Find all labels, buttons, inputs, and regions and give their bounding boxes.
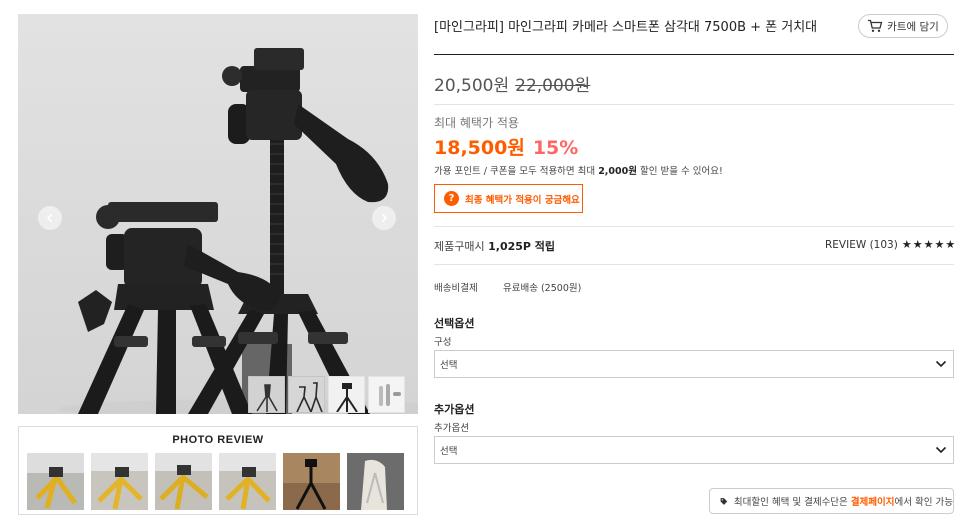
- review-photo[interactable]: [27, 453, 84, 510]
- gallery-thumbnail[interactable]: [248, 376, 285, 413]
- review-photo[interactable]: [91, 453, 148, 510]
- chevron-down-icon: [935, 446, 947, 454]
- sale-price: 20,500원: [434, 76, 510, 96]
- cart-icon: [868, 19, 883, 32]
- review-photo[interactable]: [219, 453, 276, 510]
- tag-icon: [720, 497, 728, 505]
- question-circle-icon: ?: [444, 191, 459, 206]
- main-product-image[interactable]: [18, 14, 418, 414]
- review-photo[interactable]: [347, 453, 404, 510]
- gallery-prev-button[interactable]: [38, 206, 62, 230]
- select-option-title: 선택옵션: [434, 317, 475, 330]
- gallery-thumbnail[interactable]: [328, 376, 365, 413]
- purchase-points: 제품구매시 1,025P 적립: [434, 240, 556, 253]
- add-to-cart-label: 카트에 담기: [887, 20, 939, 33]
- discount-percent: 15%: [532, 137, 579, 159]
- gallery-next-button[interactable]: [372, 206, 396, 230]
- divider: [434, 104, 954, 105]
- benefit-note: 가용 포인트 / 쿠폰을 모두 적용하면 최대 2,000원 할인 받을 수 있…: [434, 166, 723, 177]
- gallery-thumbnails: [248, 376, 405, 413]
- star-icon: ★: [912, 238, 923, 251]
- extra-option-select[interactable]: 선택: [434, 436, 954, 464]
- benefit-info-button[interactable]: ? 최종 혜택가 적용이 궁금해요: [434, 184, 583, 213]
- review-photo[interactable]: [155, 453, 212, 510]
- add-to-cart-button[interactable]: 카트에 담기: [858, 14, 948, 38]
- extra-option-select-value: 선택: [440, 446, 458, 457]
- max-benefit-row: 18,500원 15%: [434, 133, 578, 160]
- photo-review-title: PHOTO REVIEW: [172, 434, 264, 446]
- photo-review-section: PHOTO REVIEW: [18, 426, 418, 515]
- divider: [434, 226, 954, 227]
- benefit-info-label: 최종 혜택가 적용이 궁금해요: [465, 194, 580, 206]
- chevron-left-icon: [46, 213, 53, 223]
- divider: [434, 264, 954, 265]
- shipping-label: 배송비결제: [434, 283, 478, 294]
- product-title: [마인그라피] 마인그라피 카메라 스마트폰 삼각대 7500B + 폰 거치대: [434, 20, 818, 35]
- option-select[interactable]: 선택: [434, 350, 954, 378]
- original-price: 22,000원: [515, 76, 591, 96]
- star-icon: ★: [945, 238, 956, 251]
- extra-option-sub: 추가옵션: [434, 423, 469, 434]
- shipping-value: 유료배송 (2500원): [503, 283, 582, 294]
- extra-option-title: 추가옵션: [434, 403, 475, 416]
- star-icon: ★: [934, 238, 945, 251]
- review-count: REVIEW (103): [825, 238, 898, 251]
- gallery-thumbnail[interactable]: [288, 376, 325, 413]
- gallery-thumbnail[interactable]: [368, 376, 405, 413]
- chevron-down-icon: [935, 360, 947, 368]
- select-option-sub: 구성: [434, 337, 452, 348]
- option-select-value: 선택: [440, 360, 458, 371]
- max-benefit-label: 최대 혜택가 적용: [434, 116, 519, 130]
- tripod-photo: [58, 48, 418, 414]
- rating-stars: ★ ★ ★ ★ ★: [902, 238, 955, 251]
- title-divider: [434, 54, 954, 55]
- price-row: 20,500원 22,000원: [434, 71, 590, 96]
- chevron-right-icon: [381, 213, 388, 223]
- max-benefit-price: 18,500원: [434, 137, 525, 159]
- star-icon: ★: [923, 238, 934, 251]
- review-summary-link[interactable]: REVIEW (103) ★ ★ ★ ★ ★: [825, 238, 955, 251]
- review-photo[interactable]: [283, 453, 340, 510]
- payment-info-note: 최대할인 혜택 및 결제수단은 결제페이지에서 확인 가능: [709, 488, 954, 514]
- star-icon: ★: [901, 238, 912, 251]
